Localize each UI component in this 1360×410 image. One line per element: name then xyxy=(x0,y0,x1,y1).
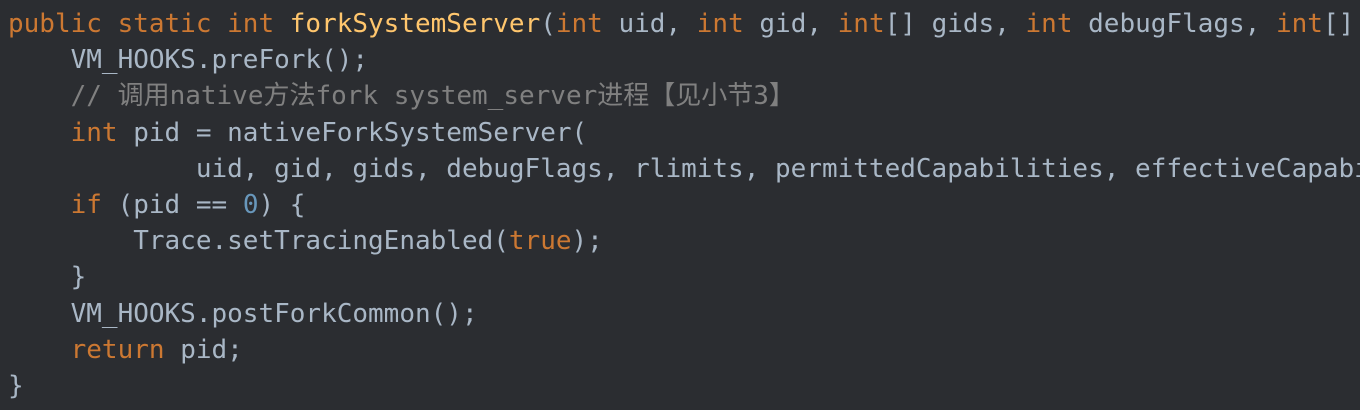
code-token-tx: uid, xyxy=(602,9,697,39)
code-line: // 调用native方法fork system_server进程【见小节3】 xyxy=(8,78,1360,114)
code-line: public static int forkSystemServer(int u… xyxy=(8,6,1360,42)
code-token-tx: VM_HOOKS.preFork(); xyxy=(8,45,369,76)
code-line: return pid; xyxy=(8,332,1360,368)
code-token-kw: int xyxy=(1275,9,1323,39)
code-line: VM_HOOKS.postForkCommon(); xyxy=(8,296,1360,332)
code-token-num: 0 xyxy=(242,189,259,220)
code-token-kw: if xyxy=(8,189,102,220)
code-token-kw: int xyxy=(8,117,118,148)
code-token-tx: gid, xyxy=(743,9,838,39)
code-token-tx: debugFlags, xyxy=(1072,9,1276,39)
code-line: uid, gid, gids, debugFlags, rlimits, per… xyxy=(8,151,1360,187)
code-token-fn: forkSystemServer xyxy=(289,9,541,39)
code-token-kw: true xyxy=(508,226,572,257)
code-token-tx: } xyxy=(8,370,24,401)
code-token-tx: pid; xyxy=(164,334,243,365)
code-line: VM_HOOKS.preFork(); xyxy=(8,42,1360,78)
code-token-cm: // 调用native方法fork system_server进程【见小节3】 xyxy=(8,81,795,112)
code-token-kw: int xyxy=(1025,9,1073,39)
code-token-tx: (pid == xyxy=(101,189,243,220)
code-token-kw: return xyxy=(8,334,165,365)
code-token-tx: [] xyxy=(1322,9,1355,39)
code-token-tx: ) { xyxy=(258,189,306,220)
code-token-tx: } xyxy=(8,262,87,293)
code-token-tx: Trace.setTracingEnabled( xyxy=(8,226,509,257)
code-token-tx: [] gids, xyxy=(884,9,1026,39)
code-token-kw: int xyxy=(555,9,603,39)
code-token-tx: ( xyxy=(540,9,556,39)
code-line: if (pid == 0) { xyxy=(8,187,1360,223)
code-line: } xyxy=(8,259,1360,295)
code-token-tx: VM_HOOKS.postForkCommon(); xyxy=(8,298,478,329)
code-token-kw: int xyxy=(696,9,744,39)
code-line: } xyxy=(8,368,1360,404)
code-token-tx: pid = nativeForkSystemServer( xyxy=(117,117,588,148)
code-token-tx: uid, gid, gids, debugFlags, rlimits, per… xyxy=(8,153,1360,184)
code-token-kw: public static int xyxy=(8,9,290,39)
code-line: int pid = nativeForkSystemServer( xyxy=(8,115,1360,151)
code-editor[interactable]: public static int forkSystemServer(int u… xyxy=(8,6,1360,404)
code-token-kw: int xyxy=(837,9,885,39)
code-token-tx: ); xyxy=(571,226,603,257)
code-line: Trace.setTracingEnabled(true); xyxy=(8,223,1360,259)
